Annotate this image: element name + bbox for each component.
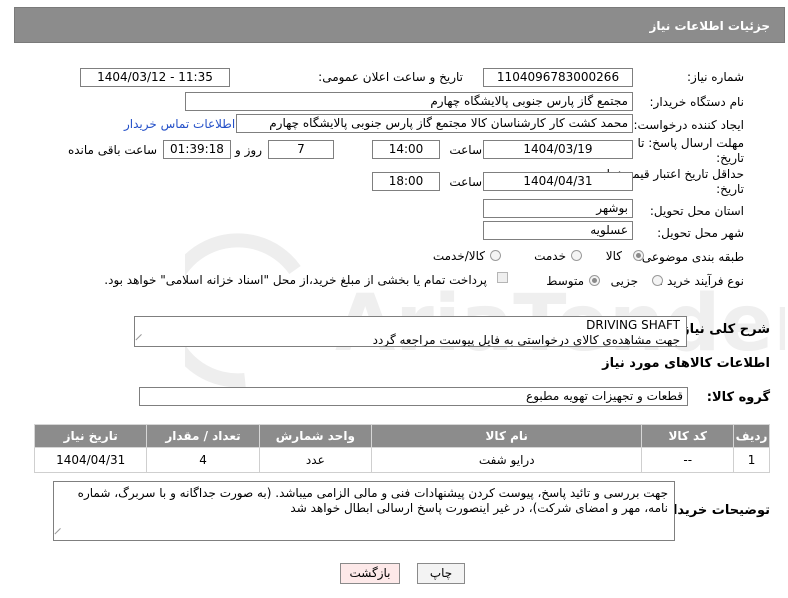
creator-label: ایجاد کننده درخواست: (633, 118, 744, 132)
col-header-date: تاریخ نیاز (33, 424, 148, 448)
items-table: ردیف کد کالا نام کالا واحد شمارش تعداد /… (33, 424, 770, 473)
remaining-time-label: ساعت باقی مانده (67, 143, 157, 157)
days-label: روز و (235, 143, 262, 157)
category-label: طبقه بندی موضوعی: (637, 250, 744, 264)
description-label: شرح کلی نیاز: (676, 322, 770, 337)
category-service-label: خدمت (534, 249, 566, 263)
category-goods-label: کالا (605, 249, 622, 263)
resize-handle-icon (54, 527, 67, 540)
buyer-notes-textarea: جهت بررسی و تائید پاسخ، پیوست کردن پیشنه… (53, 481, 675, 541)
price-validity-date-field: 1404/04/31 (483, 172, 633, 191)
announce-date-field: 1404/03/12 - 11:35 (80, 68, 230, 87)
days-field: 7 (268, 140, 334, 159)
city-field: عسلویه (483, 221, 633, 240)
back-button[interactable]: بازگشت (340, 563, 400, 584)
buyer-org-label: نام دستگاه خریدار: (649, 95, 745, 109)
cell-name: درایو شفت (370, 447, 643, 473)
col-header-code: کد کالا (641, 424, 735, 448)
col-header-name: نام کالا (370, 424, 643, 448)
process-minor-radio[interactable] (652, 275, 663, 286)
table-header-row: ردیف کد کالا نام کالا واحد شمارش تعداد /… (33, 424, 770, 448)
purchase-process-label: نوع فرآیند خرید : (659, 274, 744, 288)
price-validity-time-label: ساعت (449, 175, 482, 189)
deadline-time-label: ساعت (449, 143, 482, 157)
need-number-label: شماره نیاز: (687, 70, 744, 84)
process-minor-label: جزیی (610, 274, 638, 288)
province-field: بوشهر (483, 199, 633, 218)
buyer-org-field: مجتمع گاز پارس جنوبی پالایشگاه چهارم (185, 92, 633, 111)
deadline-time-field: 14:00 (372, 140, 440, 159)
deadline-label: مهلت ارسال پاسخ: تا تاریخ: (637, 136, 744, 165)
treasury-payment-checkbox[interactable] (497, 272, 508, 283)
cell-code: -- (641, 447, 735, 473)
goods-group-label: گروه کالا: (706, 390, 770, 405)
description-line-1: DRIVING SHAFT (586, 318, 680, 332)
cell-unit: عدد (258, 447, 372, 473)
deadline-date-field: 1404/03/19 (483, 140, 633, 159)
buyer-contact-link[interactable]: اطلاعات تماس خریدار (124, 117, 235, 131)
remaining-time-field: 01:39:18 (163, 140, 231, 159)
creator-field: محمد کشت کار کارشناسان کالا مجتمع گاز پا… (236, 114, 633, 133)
process-medium-radio[interactable] (589, 275, 600, 286)
category-goods-service-radio[interactable] (490, 250, 501, 261)
col-header-row: ردیف (733, 424, 770, 448)
treasury-payment-note: پرداخت تمام یا بخشی از مبلغ خرید،از محل … (104, 273, 487, 287)
price-validity-time-field: 18:00 (372, 172, 440, 191)
category-goods-radio[interactable] (633, 250, 644, 261)
page-header: جزئیات اطلاعات نیاز (14, 7, 785, 43)
col-header-qty: تعداد / مقدار (146, 424, 260, 448)
goods-info-title: اطلاعات کالاهای مورد نیاز (602, 356, 770, 371)
buyer-notes-label: توضیحات خریدار: (660, 503, 770, 518)
need-number-field: 1104096783000266 (483, 68, 633, 87)
announce-date-label: تاریخ و ساعت اعلان عمومی: (318, 70, 463, 84)
goods-group-field: قطعات و تجهیزات تهویه مطبوع (139, 387, 688, 406)
col-header-unit: واحد شمارش (258, 424, 372, 448)
description-line-2: جهت مشاهده‌ی کالای درخواستی به فایل پیوس… (372, 333, 680, 347)
description-textarea: DRIVING SHAFT جهت مشاهده‌ی کالای درخواست… (134, 316, 687, 347)
print-button[interactable]: چاپ (417, 563, 465, 584)
cell-row-number: 1 (733, 447, 770, 473)
category-service-radio[interactable] (571, 250, 582, 261)
province-label: استان محل تحویل: (649, 204, 744, 218)
cell-qty: 4 (146, 447, 260, 473)
category-goods-service-label: کالا/خدمت (432, 249, 485, 263)
buyer-notes-text: جهت بررسی و تائید پاسخ، پیوست کردن پیشنه… (77, 486, 668, 515)
process-medium-label: متوسط (546, 274, 584, 288)
table-row[interactable]: 1 -- درایو شفت عدد 4 1404/04/31 (33, 447, 770, 473)
city-label: شهر محل تحویل: (657, 226, 744, 240)
page-title: جزئیات اطلاعات نیاز (649, 19, 770, 33)
cell-date: 1404/04/31 (33, 447, 148, 473)
